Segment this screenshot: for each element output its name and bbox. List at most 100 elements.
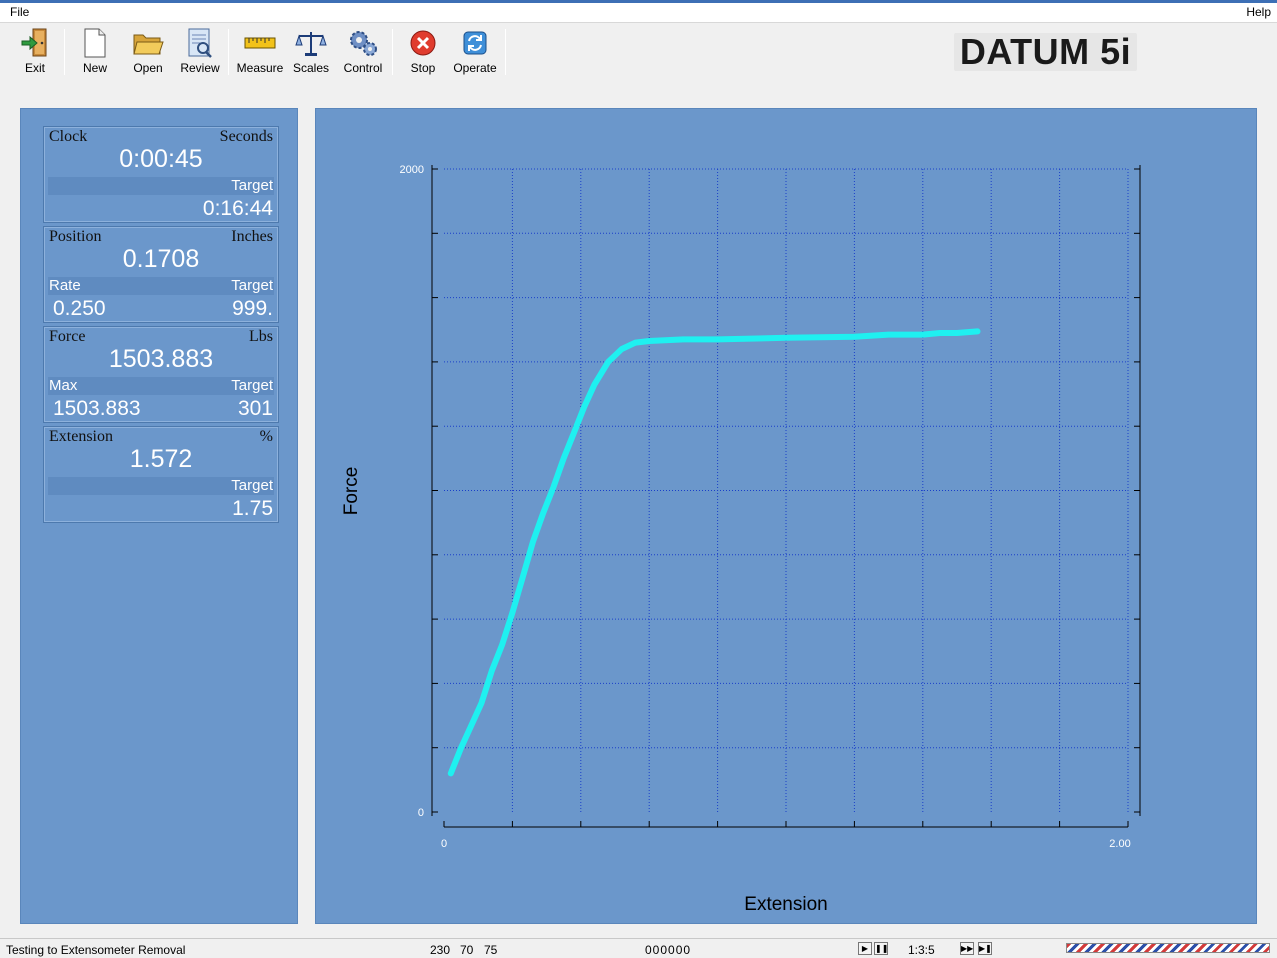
status-value-2: 70 bbox=[460, 943, 474, 957]
data-point bbox=[468, 722, 474, 728]
data-point bbox=[479, 700, 485, 706]
new-label: New bbox=[82, 61, 107, 75]
extension-readout: Extension % 1.572 Target 1.75 bbox=[43, 426, 279, 523]
position-title: Position bbox=[49, 228, 102, 245]
balance-scale-icon bbox=[295, 27, 327, 59]
data-point bbox=[581, 404, 587, 410]
data-point bbox=[920, 332, 926, 338]
toolbar-separator bbox=[392, 29, 393, 75]
data-point bbox=[530, 539, 536, 545]
toolbar-separator bbox=[505, 29, 506, 75]
clock-unit: Seconds bbox=[219, 128, 273, 145]
open-label: Open bbox=[133, 61, 163, 75]
status-message: Testing to Extensometer Removal bbox=[6, 943, 186, 957]
position-value: 0.1708 bbox=[122, 245, 200, 273]
refresh-arrows-icon bbox=[459, 27, 491, 59]
data-point bbox=[633, 340, 639, 346]
force-title: Force bbox=[49, 328, 86, 345]
data-point bbox=[715, 336, 721, 342]
position-rate-label: Rate bbox=[49, 277, 81, 294]
brand-logo: DATUM 5i bbox=[954, 33, 1137, 71]
menu-help[interactable]: Help bbox=[1246, 5, 1271, 19]
status-value-3: 75 bbox=[484, 943, 498, 957]
data-point bbox=[561, 455, 567, 461]
data-point bbox=[975, 328, 981, 334]
status-counter: 000000 bbox=[645, 943, 692, 957]
data-point bbox=[458, 745, 464, 751]
clock-readout: Clock Seconds 0:00:45 Target 0:16:44 bbox=[43, 126, 279, 223]
toolbar-separator bbox=[228, 29, 229, 75]
readouts-panel: Clock Seconds 0:00:45 Target 0:16:44 Pos… bbox=[20, 108, 298, 924]
chart-panel: 2000 0 0 2.00 Force Extension bbox=[315, 108, 1257, 924]
extension-target-value[interactable]: 1.75 bbox=[232, 497, 273, 521]
stop-button[interactable]: Stop bbox=[406, 27, 440, 79]
skip-to-end-icon[interactable]: ▶❚ bbox=[978, 942, 992, 955]
y-axis-label: Force bbox=[341, 467, 362, 516]
data-point bbox=[499, 642, 505, 648]
operate-label: Operate bbox=[453, 61, 497, 75]
force-extension-line bbox=[447, 328, 981, 777]
clock-target-value[interactable]: 0:16:44 bbox=[203, 197, 273, 221]
force-max-value: 1503.883 bbox=[53, 397, 141, 420]
exit-label: Exit bbox=[24, 61, 45, 75]
extension-value: 1.572 bbox=[129, 445, 193, 473]
control-label: Control bbox=[343, 61, 383, 75]
data-point bbox=[680, 336, 686, 342]
data-point bbox=[937, 330, 943, 336]
gears-icon bbox=[347, 27, 379, 59]
new-document-icon bbox=[79, 27, 111, 59]
clock-target-label: Target bbox=[231, 177, 273, 194]
data-point bbox=[571, 430, 577, 436]
data-point bbox=[591, 381, 597, 387]
extension-unit: % bbox=[259, 428, 273, 445]
data-point bbox=[605, 359, 611, 365]
x-axis-label: Extension bbox=[744, 894, 827, 915]
data-point bbox=[520, 574, 526, 580]
position-unit: Inches bbox=[231, 228, 273, 245]
measure-button[interactable]: Measure bbox=[236, 27, 284, 79]
force-value: 1503.883 bbox=[108, 345, 214, 373]
force-extension-chart: 2000 0 0 2.00 Force Extension bbox=[341, 164, 1141, 915]
position-readout: Position Inches 0.1708 Rate Target 0.250… bbox=[43, 226, 279, 323]
data-point bbox=[954, 330, 960, 336]
data-point bbox=[540, 510, 546, 516]
extension-target-label: Target bbox=[231, 477, 273, 494]
play-icon[interactable]: ▶ bbox=[858, 942, 872, 955]
open-button[interactable]: Open bbox=[130, 27, 166, 79]
data-point bbox=[619, 346, 625, 352]
pause-icon[interactable]: ❚❚ bbox=[874, 942, 888, 955]
status-progress-bar bbox=[1066, 943, 1270, 953]
position-rate-value[interactable]: 0.250 bbox=[53, 297, 106, 321]
fast-forward-icon[interactable]: ▶▶ bbox=[960, 942, 974, 955]
exit-button[interactable]: Exit bbox=[18, 27, 52, 79]
menu-file[interactable]: File bbox=[10, 5, 29, 19]
scales-button[interactable]: Scales bbox=[292, 27, 330, 79]
exit-door-icon bbox=[19, 27, 51, 59]
data-point bbox=[851, 334, 857, 340]
data-point bbox=[489, 668, 495, 674]
position-target-value[interactable]: 999. bbox=[232, 297, 273, 321]
control-button[interactable]: Control bbox=[340, 27, 386, 79]
position-target-label: Target bbox=[231, 277, 273, 294]
x-tick-label-max: 2.00 bbox=[1109, 838, 1130, 850]
open-folder-icon bbox=[132, 27, 164, 59]
new-button[interactable]: New bbox=[78, 27, 112, 79]
clock-value: 0:00:45 bbox=[119, 145, 203, 173]
review-button[interactable]: Review bbox=[180, 27, 220, 79]
data-point bbox=[886, 332, 892, 338]
data-point bbox=[550, 484, 556, 490]
clock-title: Clock bbox=[49, 128, 88, 145]
data-point bbox=[448, 770, 454, 776]
scales-label: Scales bbox=[292, 61, 330, 75]
force-target-label: Target bbox=[231, 377, 273, 394]
status-value-1: 230 bbox=[430, 943, 451, 957]
force-target-value[interactable]: 301 bbox=[238, 397, 273, 421]
data-point bbox=[509, 610, 515, 616]
force-unit: Lbs bbox=[249, 328, 273, 345]
data-point bbox=[783, 335, 789, 341]
review-label: Review bbox=[180, 61, 220, 75]
y-tick-label-max: 2000 bbox=[400, 164, 424, 176]
operate-button[interactable]: Operate bbox=[452, 27, 498, 79]
status-bar: Testing to Extensometer Removal 230 70 7… bbox=[0, 938, 1277, 958]
menu-bar: File Help bbox=[0, 3, 1277, 23]
